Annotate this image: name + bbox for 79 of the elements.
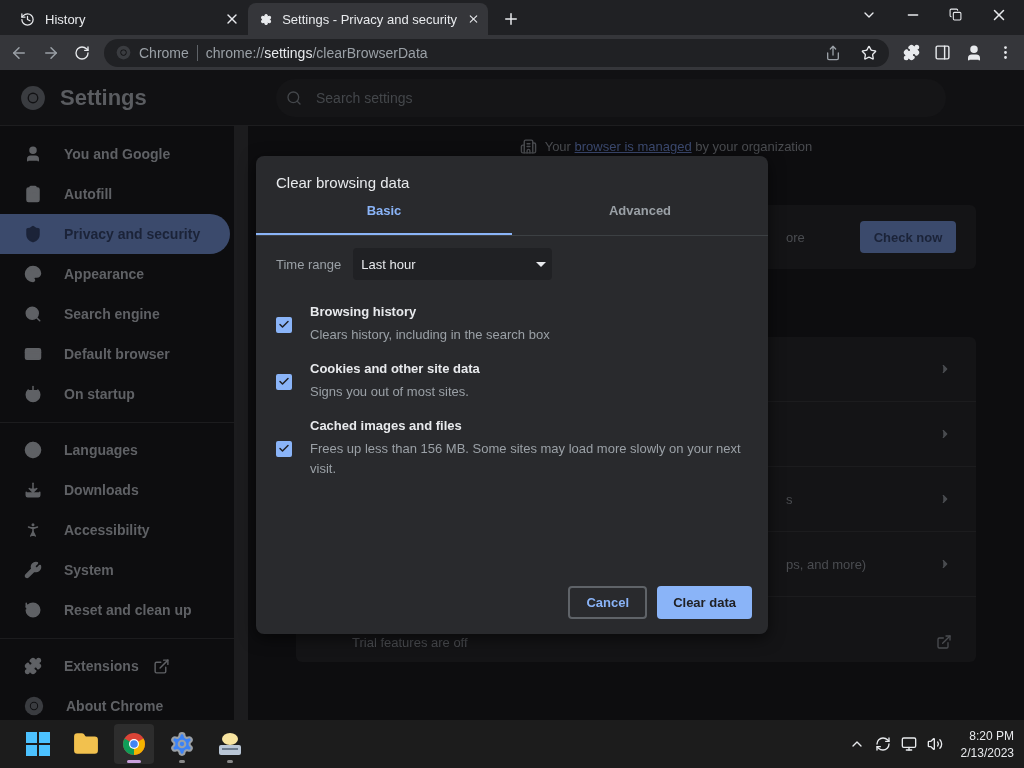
- time-range-label: Time range: [276, 256, 342, 272]
- side-panel-icon[interactable]: [934, 44, 951, 61]
- running-indicator: [127, 760, 141, 763]
- card-icon: [24, 345, 42, 363]
- sidebar-item[interactable]: Search engine: [0, 294, 230, 334]
- option-title: Cookies and other site data: [310, 361, 481, 376]
- puzzle-icon[interactable]: [903, 44, 920, 61]
- dialog-tab[interactable]: Advanced: [512, 203, 768, 235]
- time-range-select[interactable]: Last hour: [353, 248, 553, 280]
- url-text: chrome://settings/clearBrowserData: [205, 44, 428, 61]
- gear-icon: [260, 11, 273, 27]
- sidebar-item[interactable]: Languages: [0, 430, 230, 470]
- sidebar-item[interactable]: On startup: [0, 374, 230, 414]
- new-tab-icon[interactable]: [502, 10, 520, 28]
- option-title: Cached images and files: [310, 418, 463, 433]
- wrench-icon: [24, 561, 42, 579]
- reload-icon[interactable]: [74, 44, 90, 61]
- browser-tab[interactable]: Settings - Privacy and security: [248, 3, 488, 35]
- managed-notice: Your browser is managed by your organization: [544, 139, 813, 154]
- volume-icon[interactable]: [926, 736, 943, 752]
- sync-icon[interactable]: [874, 736, 891, 752]
- managed-link[interactable]: browser is managed: [574, 139, 692, 154]
- search-icon: [286, 89, 302, 106]
- settings-title: Settings: [60, 84, 148, 111]
- sidebar-item[interactable]: Reset and clean up: [0, 590, 230, 630]
- chrome-logo-icon: [116, 45, 131, 60]
- running-indicator: [179, 760, 185, 763]
- clear-data-button[interactable]: Clear data: [657, 586, 752, 619]
- sidebar-item[interactable]: Appearance: [0, 254, 230, 294]
- clock[interactable]: 8:20 PM 2/13/2023: [960, 728, 1014, 760]
- share-icon[interactable]: [825, 44, 841, 61]
- check-icon: [278, 375, 290, 388]
- option-description: Signs you out of most sites.: [310, 383, 470, 401]
- sidebar-item[interactable]: Default browser: [0, 334, 230, 374]
- sidebar-item[interactable]: System: [0, 550, 230, 590]
- cancel-button[interactable]: Cancel: [568, 586, 648, 619]
- address-bar[interactable]: Chrome chrome://settings/clearBrowserData: [104, 38, 889, 67]
- option-title: Browsing history: [310, 304, 418, 319]
- card-text: ore: [786, 229, 805, 245]
- speech-keyboard-icon[interactable]: [217, 731, 243, 757]
- windows-logo-icon[interactable]: [26, 732, 50, 756]
- checkbox[interactable]: [276, 373, 292, 390]
- chrome-logo-icon[interactable]: [122, 732, 146, 756]
- dialog-title: Clear browsing data: [275, 173, 411, 191]
- sidebar-item[interactable]: Extensions: [0, 646, 230, 686]
- network-icon[interactable]: [900, 736, 917, 752]
- sidebar-item[interactable]: Accessibility: [0, 510, 230, 550]
- site-label: Chrome: [139, 44, 189, 61]
- gear-icon[interactable]: [169, 731, 195, 757]
- folder-icon[interactable]: [73, 731, 99, 757]
- profile-icon[interactable]: [965, 43, 983, 62]
- person-icon: [24, 145, 42, 163]
- row-text: ps, and more): [786, 556, 867, 572]
- sidebar-item[interactable]: About Chrome: [0, 686, 230, 720]
- shield-icon: [24, 225, 42, 243]
- option-description: Frees up less than 156 MB. Some sites may load more slowly on your next visit.: [310, 440, 742, 478]
- caret-icon: [536, 261, 547, 267]
- sidebar-item[interactable]: Downloads: [0, 470, 230, 510]
- palette-icon: [24, 265, 42, 283]
- checkbox[interactable]: [276, 316, 292, 333]
- chrome-logo-icon: [20, 84, 46, 111]
- running-indicator: [227, 760, 233, 763]
- building-icon: [519, 138, 537, 155]
- search-icon: [24, 305, 42, 323]
- external-link-icon: [152, 657, 170, 675]
- check-icon: [278, 442, 290, 455]
- checkbox[interactable]: [276, 440, 292, 457]
- taskbar-app[interactable]: [114, 724, 154, 764]
- check-icon: [278, 318, 290, 331]
- dialog-tab[interactable]: Basic: [256, 203, 512, 235]
- sidebar-item[interactable]: Autofill: [0, 174, 230, 214]
- chrome-logo-icon: [24, 696, 44, 716]
- sidebar-item[interactable]: You and Google: [0, 134, 230, 174]
- browser-tab[interactable]: History: [8, 3, 248, 35]
- restore-icon[interactable]: [949, 8, 962, 21]
- puzzle-icon: [24, 657, 42, 675]
- download-icon: [24, 481, 42, 499]
- option-description: Clears history, including in the search box: [310, 326, 551, 344]
- star-icon[interactable]: [861, 44, 877, 61]
